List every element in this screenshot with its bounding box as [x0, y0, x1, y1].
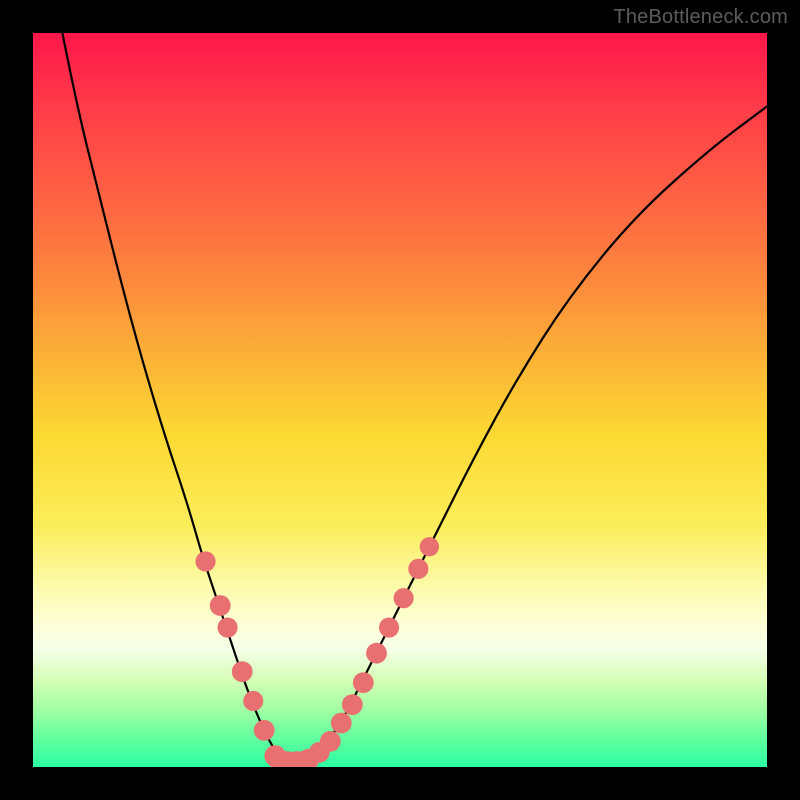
- chart-frame: TheBottleneck.com: [0, 0, 800, 800]
- marker-dot: [342, 694, 363, 715]
- marker-dot: [353, 672, 374, 693]
- marker-dot: [210, 595, 231, 616]
- marker-dot: [218, 618, 238, 638]
- marker-dot: [331, 713, 352, 734]
- marker-group: [196, 537, 440, 767]
- marker-dot: [320, 731, 341, 752]
- marker-dot: [196, 551, 216, 571]
- marker-dot: [254, 720, 275, 741]
- marker-dot: [394, 588, 414, 608]
- marker-dot: [408, 559, 428, 579]
- bottleneck-curve: [62, 33, 767, 763]
- watermark-text: TheBottleneck.com: [613, 6, 788, 29]
- marker-dot: [243, 691, 263, 711]
- plot-area: [33, 33, 767, 767]
- curve-svg: [33, 33, 767, 767]
- marker-dot: [379, 618, 399, 638]
- marker-dot: [420, 537, 439, 556]
- marker-dot: [232, 661, 253, 682]
- marker-dot: [366, 643, 387, 664]
